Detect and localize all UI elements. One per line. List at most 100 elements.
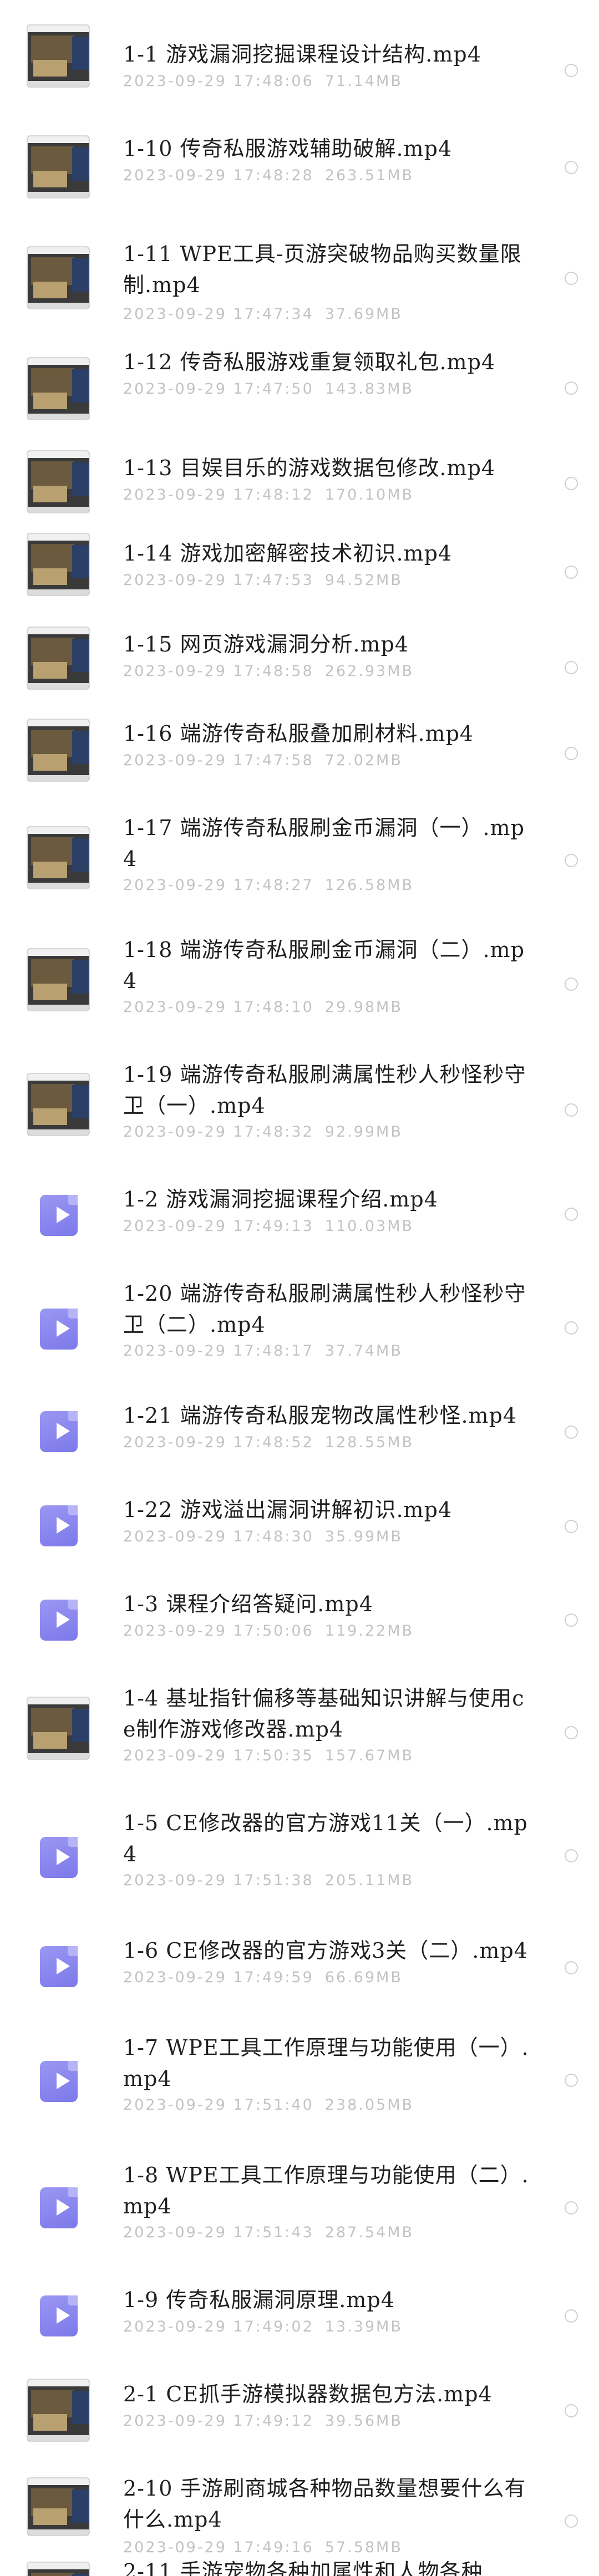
file-row[interactable]: 1-5 CE修改器的官方游戏11关（一）.mp4 2023-09-29 17:5…: [0, 1808, 599, 1935]
file-meta: 2023-09-29 17:48:30 35.99MB: [123, 1528, 403, 1546]
select-radio[interactable]: [565, 2201, 578, 2214]
select-radio[interactable]: [565, 978, 578, 991]
select-radio[interactable]: [565, 272, 578, 285]
file-row[interactable]: 1-15 网页游戏漏洞分析.mp4 2023-09-29 17:48:58 262…: [0, 627, 599, 718]
file-row[interactable]: 1-6 CE修改器的官方游戏3关（二）.mp4 2023-09-29 17:49…: [0, 1935, 599, 2032]
file-row[interactable]: 1-14 游戏加密解密技术初识.mp4 2023-09-29 17:47:53 9…: [0, 532, 599, 627]
file-date: 2023-09-29 17:51:38: [123, 1872, 314, 1889]
video-file-icon: [27, 1826, 90, 1889]
file-row[interactable]: 1-7 WPE工具工作原理与功能使用（一）.mp4 2023-09-29 17:…: [0, 2032, 599, 2160]
select-radio[interactable]: [565, 1208, 578, 1221]
select-radio[interactable]: [565, 477, 578, 490]
select-radio[interactable]: [565, 2309, 578, 2323]
video-thumbnail: [27, 1073, 90, 1136]
file-date: 2023-09-29 17:51:43: [123, 2224, 314, 2241]
file-meta: 2023-09-29 17:48:06 71.14MB: [123, 72, 403, 91]
select-radio[interactable]: [565, 1849, 578, 1862]
file-name: 1-15 网页游戏漏洞分析.mp4: [123, 632, 409, 656]
file-size: 94.52MB: [324, 572, 403, 589]
file-date: 2023-09-29 17:47:53: [123, 572, 314, 589]
file-row[interactable]: 1-4 基址指针偏移等基础知识讲解与使用ce制作游戏修改器.mp4 2023-0…: [0, 1683, 599, 1808]
file-name: 2-11 手游宠物各种加属性和人物各种: [123, 2559, 483, 2576]
file-date: 2023-09-29 17:48:12: [123, 486, 314, 503]
select-radio[interactable]: [565, 2074, 578, 2087]
file-date: 2023-09-29 17:48:10: [123, 999, 314, 1016]
file-date: 2023-09-29 17:49:12: [123, 2412, 314, 2430]
file-row[interactable]: 1-9 传奇私服漏洞原理.mp4 2023-09-29 17:49:02 13.3…: [0, 2284, 599, 2379]
file-meta: 2023-09-29 17:48:10 29.98MB: [123, 998, 403, 1017]
select-radio[interactable]: [565, 1520, 578, 1533]
select-radio[interactable]: [565, 2514, 578, 2528]
file-meta: 2023-09-29 17:49:59 66.69MB: [123, 1968, 403, 1987]
video-file-icon: [27, 2284, 90, 2348]
file-date: 2023-09-29 17:51:40: [123, 2096, 314, 2114]
select-radio[interactable]: [565, 381, 578, 395]
file-row[interactable]: 1-22 游戏溢出漏洞讲解初识.mp4 2023-09-29 17:48:30 3…: [0, 1494, 599, 1589]
file-row[interactable]: 2-11 手游宠物各种加属性和人物各种: [0, 2550, 599, 2576]
file-row[interactable]: 1-1 游戏漏洞挖掘课程设计结构.mp4 2023-09-29 17:48:06…: [0, 0, 599, 111]
file-size: 39.56MB: [324, 2412, 403, 2430]
file-row[interactable]: 1-20 端游传奇私服刷满属性秒人秒怪秒守卫（二）.mp4 2023-09-29…: [0, 1278, 599, 1400]
file-size: 238.05MB: [324, 2096, 414, 2114]
file-meta: 2023-09-29 17:48:17 37.74MB: [123, 1342, 403, 1361]
file-meta: 2023-09-29 17:48:52 128.55MB: [123, 1433, 414, 1452]
file-name: 1-1 游戏漏洞挖掘课程设计结构.mp4: [123, 42, 481, 67]
file-date: 2023-09-29 17:50:06: [123, 1622, 314, 1640]
file-meta: 2023-09-29 17:48:28 263.51MB: [123, 166, 414, 185]
file-row[interactable]: 1-10 传奇私服游戏辅助破解.mp4 2023-09-29 17:48:28 2…: [0, 111, 599, 222]
file-name: 1-3 课程介绍答疑问.mp4: [123, 1592, 373, 1616]
file-row[interactable]: 1-19 端游传奇私服刷满属性秒人秒怪秒守卫（一）.mp4 2023-09-29…: [0, 1059, 599, 1184]
select-radio[interactable]: [565, 1103, 578, 1117]
select-radio[interactable]: [565, 661, 578, 674]
file-row[interactable]: 1-17 端游传奇私服刷金币漏洞（一）.mp4 2023-09-29 17:48…: [0, 812, 599, 934]
file-size: 170.10MB: [324, 486, 414, 503]
select-radio[interactable]: [565, 2404, 578, 2417]
video-file-icon: [27, 1297, 90, 1361]
file-name: 1-8 WPE工具工作原理与功能使用（二）.mp4: [123, 2163, 529, 2218]
select-radio[interactable]: [565, 854, 578, 867]
select-radio[interactable]: [565, 1426, 578, 1439]
file-date: 2023-09-29 17:47:58: [123, 752, 314, 769]
file-row[interactable]: 1-2 游戏漏洞挖掘课程介绍.mp4 2023-09-29 17:49:13 11…: [0, 1184, 599, 1278]
file-date: 2023-09-29 17:47:34: [123, 306, 314, 323]
file-meta: 2023-09-29 17:48:58 262.93MB: [123, 662, 414, 681]
file-size: 205.11MB: [324, 1872, 414, 1889]
select-radio[interactable]: [565, 161, 578, 174]
file-name: 1-20 端游传奇私服刷满属性秒人秒怪秒守卫（二）.mp4: [123, 1281, 526, 1337]
file-meta: 2023-09-29 17:49:13 110.03MB: [123, 1217, 414, 1236]
file-size: 157.67MB: [324, 1747, 414, 1764]
file-row[interactable]: 2-1 CE抓手游模拟器数据包方法.mp4 2023-09-29 17:49:1…: [0, 2379, 599, 2473]
file-name: 2-1 CE抓手游模拟器数据包方法.mp4: [123, 2382, 493, 2406]
file-name: 1-14 游戏加密解密技术初识.mp4: [123, 541, 453, 566]
video-thumbnail: [27, 826, 90, 889]
file-size: 110.03MB: [324, 1218, 414, 1235]
file-row[interactable]: 1-12 传奇私服游戏重复领取礼包.mp4 2023-09-29 17:47:5…: [0, 333, 599, 444]
file-row[interactable]: 1-16 端游传奇私服叠加刷材料.mp4 2023-09-29 17:47:58…: [0, 718, 599, 812]
file-date: 2023-09-29 17:49:13: [123, 1218, 314, 1235]
file-name: 1-18 端游传奇私服刷金币漏洞（二）.mp4: [123, 938, 525, 993]
file-row[interactable]: 1-13 目娱目乐的游戏数据包修改.mp4 2023-09-29 17:48:1…: [0, 444, 599, 532]
video-thumbnail: [27, 627, 90, 690]
file-name: 2-10 手游刷商城各种物品数量想要什么有什么.mp4: [123, 2476, 526, 2532]
select-radio[interactable]: [565, 1321, 578, 1335]
select-radio[interactable]: [565, 1613, 578, 1627]
file-date: 2023-09-29 17:49:02: [123, 2318, 314, 2335]
file-name: 1-5 CE修改器的官方游戏11关（一）.mp4: [123, 1811, 528, 1866]
file-row[interactable]: 1-3 课程介绍答疑问.mp4 2023-09-29 17:50:06 119.2…: [0, 1589, 599, 1683]
file-meta: 2023-09-29 17:47:50 143.83MB: [123, 380, 414, 399]
select-radio[interactable]: [565, 747, 578, 760]
file-row[interactable]: 1-18 端游传奇私服刷金币漏洞（二）.mp4 2023-09-29 17:48…: [0, 934, 599, 1059]
file-row[interactable]: 1-21 端游传奇私服宠物改属性秒怪.mp4 2023-09-29 17:48:…: [0, 1400, 599, 1494]
video-file-icon: [27, 1494, 90, 1557]
file-meta: 2023-09-29 17:50:35 157.67MB: [123, 1747, 414, 1765]
select-radio[interactable]: [565, 64, 578, 77]
file-name: 1-6 CE修改器的官方游戏3关（二）.mp4: [123, 1938, 528, 1963]
file-date: 2023-09-29 17:48:27: [123, 877, 314, 894]
file-row[interactable]: 1-8 WPE工具工作原理与功能使用（二）.mp4 2023-09-29 17:…: [0, 2160, 599, 2284]
select-radio[interactable]: [565, 1726, 578, 1739]
file-row[interactable]: 1-11 WPE工具-页游突破物品购买数量限制.mp4 2023-09-29 1…: [0, 222, 599, 333]
file-size: 263.51MB: [324, 167, 414, 184]
select-radio[interactable]: [565, 1961, 578, 1974]
video-thumbnail: [27, 948, 90, 1011]
select-radio[interactable]: [565, 566, 578, 579]
